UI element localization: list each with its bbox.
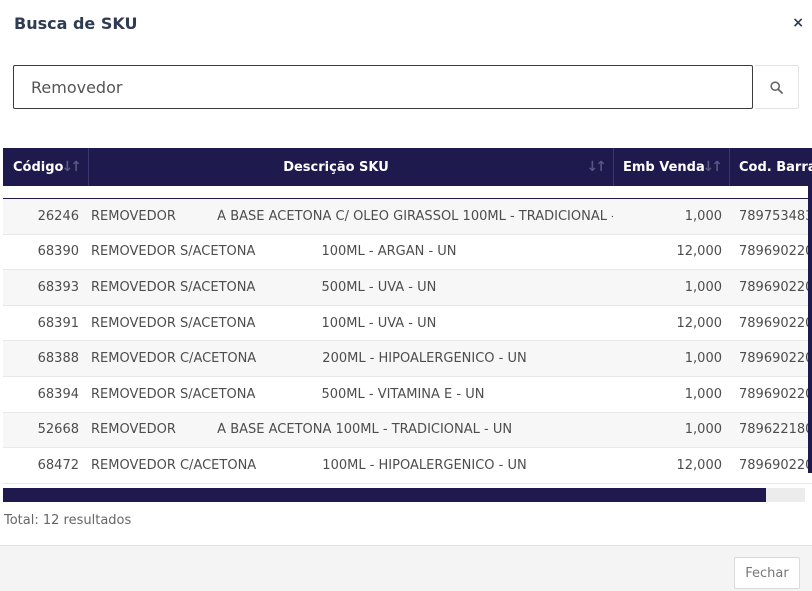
cell-code: 26246	[37, 208, 79, 224]
cell-barcode: 789753483	[739, 208, 812, 224]
cell-barcode: 789690220	[739, 457, 812, 473]
search-button[interactable]	[755, 65, 799, 109]
table-row[interactable]: 68388 REMOVEDOR C/ACETONA 200ML - HIPOAL…	[3, 341, 812, 377]
cell-code: 68393	[37, 279, 79, 295]
close-button[interactable]: Fechar	[734, 557, 800, 589]
results-total: Total: 12 resultados	[4, 513, 132, 528]
horizontal-scrollbar-thumb[interactable]	[3, 488, 766, 502]
cell-barcode: 789622180	[739, 422, 812, 438]
cell-barcode: 789690220	[739, 386, 812, 402]
cell-barcode: 789690220	[739, 351, 812, 367]
cell-code: 68390	[37, 244, 79, 260]
sort-icon[interactable]: ↓↑	[62, 159, 83, 175]
column-header-label: Código	[13, 159, 64, 175]
cell-code: 68472	[37, 457, 79, 473]
table-row[interactable]: 68472 REMOVEDOR C/ACETONA 100ML - HIPOAL…	[3, 448, 812, 484]
search-input[interactable]	[13, 65, 753, 109]
cell-code: 68391	[37, 315, 79, 331]
cell-emb-venda: 1,000	[684, 279, 722, 295]
cell-code: 68388	[37, 351, 79, 367]
cell-description: REMOVEDOR C/ACETONA 100ML - HIPOALERGÊNI…	[91, 457, 527, 473]
cell-emb-venda: 1,000	[684, 422, 722, 438]
table-row[interactable]: 68393 REMOVEDOR S/ACETONA 500ML - UVA - …	[3, 270, 812, 306]
cell-emb-venda: 12,000	[676, 315, 723, 331]
column-header-emb-venda[interactable]: Emb Venda ↓↑	[614, 148, 730, 186]
cell-description: REMOVEDOR S/ACETONA 100ML - UVA - UN	[91, 315, 437, 331]
vertical-scrollbar[interactable]	[808, 186, 812, 473]
cell-description: REMOVEDOR S/ACETONA 500ML - VITAMINA E -…	[91, 386, 485, 402]
cell-emb-venda: 1,000	[684, 386, 722, 402]
column-header-codigo[interactable]: Código ↓↑	[3, 148, 89, 186]
column-header-label: Emb Venda	[623, 159, 705, 175]
table-row[interactable]: 68391 REMOVEDOR S/ACETONA 100ML - UVA - …	[3, 306, 812, 342]
column-header-cod-barras[interactable]: Cod. Barras	[730, 148, 812, 186]
header-spacer	[3, 186, 812, 200]
cell-emb-venda: 12,000	[676, 244, 723, 260]
sort-icon[interactable]: ↓↑	[587, 159, 608, 175]
table-header: Código ↓↑ Descrição SKU ↓↑ Emb Venda ↓↑ …	[3, 148, 812, 186]
cell-description: REMOVEDOR À BASE ACETONA C/ OLEO GIRASSO…	[91, 208, 613, 224]
table-row[interactable]: 68394 REMOVEDOR S/ACETONA 500ML - VITAMI…	[3, 377, 812, 413]
cell-description: REMOVEDOR S/ACETONA 500ML - UVA - UN	[91, 279, 437, 295]
column-header-label: Cod. Barras	[739, 159, 812, 175]
table-row[interactable]: 68390 REMOVEDOR S/ACETONA 100ML - ARGAN …	[3, 235, 812, 271]
table-row[interactable]: 26246 REMOVEDOR À BASE ACETONA C/ OLEO G…	[3, 199, 812, 235]
cell-emb-venda: 1,000	[684, 208, 722, 224]
cell-emb-venda: 12,000	[676, 457, 723, 473]
sku-table: Código ↓↑ Descrição SKU ↓↑ Emb Venda ↓↑ …	[3, 148, 812, 484]
cell-barcode: 789690220	[739, 279, 812, 295]
cell-code: 52668	[37, 422, 79, 438]
cell-barcode: 789690220	[739, 315, 812, 331]
sort-icon[interactable]: ↓↑	[703, 159, 724, 175]
cell-code: 68394	[37, 386, 79, 402]
cell-barcode: 789690220	[739, 244, 812, 260]
close-icon[interactable]: ×	[792, 15, 804, 31]
table-body: 26246 REMOVEDOR À BASE ACETONA C/ OLEO G…	[3, 199, 812, 484]
cell-description: REMOVEDOR À BASE ACETONA 100ML - TRADICI…	[91, 422, 513, 438]
cell-emb-venda: 1,000	[684, 351, 722, 367]
cell-description: REMOVEDOR C/ACETONA 200ML - HIPOALERGÊNI…	[91, 351, 527, 367]
table-row[interactable]: 52668 REMOVEDOR À BASE ACETONA 100ML - T…	[3, 412, 812, 449]
modal-footer: Fechar	[0, 545, 812, 591]
column-header-label: Descrição SKU	[283, 159, 389, 175]
cell-description: REMOVEDOR S/ACETONA 100ML - ARGAN - UN	[91, 244, 457, 260]
column-header-descricao[interactable]: Descrição SKU ↓↑	[89, 148, 614, 186]
search-icon	[770, 80, 783, 94]
modal-title: Busca de SKU	[14, 14, 138, 33]
